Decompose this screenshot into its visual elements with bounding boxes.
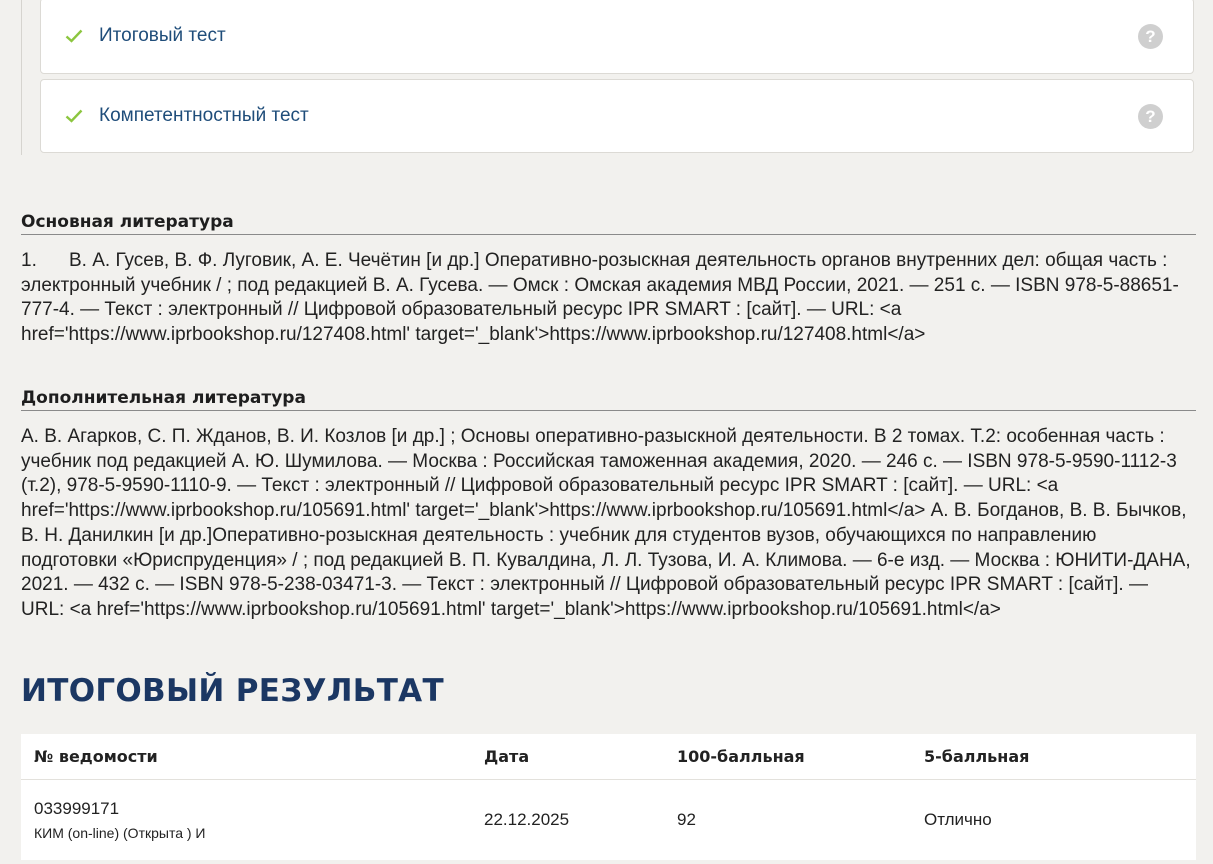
column-header: Дата bbox=[471, 734, 664, 780]
additional-literature-title: Дополнительная литература bbox=[21, 388, 1196, 411]
test-item-competence[interactable]: Компетентностный тест ? bbox=[40, 79, 1194, 153]
additional-literature-section: Дополнительная литература А. В. Агарков,… bbox=[21, 388, 1196, 623]
test-item-label[interactable]: Итоговый тест bbox=[99, 25, 226, 47]
table-header-row: № ведомости Дата 100-балльная 5-балльная bbox=[21, 734, 1196, 780]
statement-type: КИМ (on-line) (Открыта ) И bbox=[34, 825, 206, 841]
column-header: 5-балльная bbox=[911, 734, 1196, 780]
score5-cell: Отлично bbox=[924, 810, 992, 829]
date-cell: 22.12.2025 bbox=[484, 810, 570, 829]
help-icon[interactable]: ? bbox=[1138, 24, 1163, 49]
column-header: 100-балльная bbox=[664, 734, 911, 780]
list-number: 1. bbox=[21, 250, 37, 271]
main-literature-text: В. А. Гусев, В. Ф. Луговик, А. Е. Чечёти… bbox=[21, 250, 1179, 346]
check-icon bbox=[65, 106, 85, 126]
test-item-label[interactable]: Компетентностный тест bbox=[99, 105, 309, 127]
score100-cell: 92 bbox=[677, 810, 696, 829]
main-literature-item: 1. В. А. Гусев, В. Ф. Луговик, А. Е. Чечё… bbox=[21, 249, 1196, 348]
test-item-final[interactable]: Итоговый тест ? bbox=[40, 0, 1194, 74]
additional-literature-text: А. В. Агарков, С. П. Жданов, В. И. Козло… bbox=[21, 426, 1191, 620]
left-divider bbox=[21, 0, 22, 155]
help-icon[interactable]: ? bbox=[1138, 104, 1163, 129]
statement-cell: 033999171 КИМ (on-line) (Открыта ) И bbox=[21, 780, 471, 861]
result-table: № ведомости Дата 100-балльная 5-балльная… bbox=[21, 734, 1196, 860]
table-row: 033999171 КИМ (on-line) (Открыта ) И 22.… bbox=[21, 780, 1196, 861]
main-literature-section: Основная литература 1. В. А. Гусев, В. Ф.… bbox=[21, 212, 1196, 348]
column-header: № ведомости bbox=[21, 734, 471, 780]
check-icon bbox=[65, 26, 85, 46]
result-title: ИТОГОВЫЙ РЕЗУЛЬТАТ bbox=[21, 673, 444, 709]
statement-number: 033999171 bbox=[34, 799, 120, 818]
main-literature-title: Основная литература bbox=[21, 212, 1196, 235]
